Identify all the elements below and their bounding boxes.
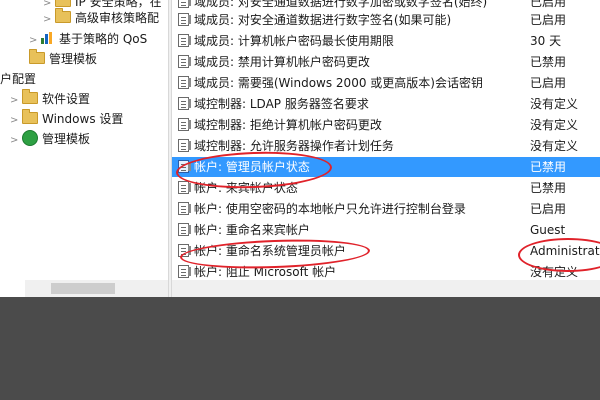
- folder-icon: [29, 49, 45, 64]
- table-row[interactable]: 域成员: 计算机帐户密码最长使用期限 30 天: [172, 31, 600, 51]
- chevron-right-icon[interactable]: >: [29, 31, 41, 51]
- table-row[interactable]: 域控制器: 允许服务器操作者计划任务 没有定义: [172, 136, 600, 156]
- chevron-right-icon[interactable]: >: [10, 111, 22, 131]
- policy-setting: 已禁用: [530, 181, 567, 195]
- policy-name: 域成员: 计算机帐户密码最长使用期限: [194, 34, 394, 48]
- policy-icon: [178, 265, 191, 278]
- tree-item-label: 管理模板: [42, 132, 91, 146]
- table-row[interactable]: 帐户: 使用空密码的本地帐户只允许进行控制台登录 已启用: [172, 199, 600, 219]
- policy-icon: [178, 181, 191, 194]
- policy-name: 帐户: 重命名系统管理员帐户: [194, 244, 346, 258]
- policy-name: 帐户: 使用空密码的本地帐户只允许进行控制台登录: [194, 202, 466, 216]
- table-row[interactable]: 帐户: 重命名来宾帐户 Guest: [172, 220, 600, 240]
- policy-setting: 没有定义: [530, 118, 579, 132]
- policy-icon: [178, 118, 191, 131]
- policy-name: 帐户: 来宾帐户状态: [194, 181, 298, 195]
- policy-icon: [178, 97, 191, 110]
- table-row[interactable]: 域成员: 需要强(Windows 2000 或更高版本)会话密钥 已启用: [172, 73, 600, 93]
- list-horizontal-scrollbar[interactable]: [172, 280, 600, 297]
- policy-icon: [178, 0, 191, 8]
- tree-item-label: 管理模板: [49, 52, 98, 66]
- policy-name: 域成员: 对安全通道数据进行数字签名(如果可能): [194, 13, 452, 27]
- policy-icon: [178, 244, 191, 257]
- policy-setting: 已禁用: [530, 55, 567, 69]
- policy-icon: [178, 13, 191, 26]
- table-row[interactable]: 帐户: 重命名系统管理员帐户 Administrator: [172, 241, 600, 261]
- policy-icon: [178, 223, 191, 236]
- folder-icon: [22, 109, 38, 124]
- folder-icon: [22, 89, 38, 104]
- table-row[interactable]: 域成员: 对安全通道数据进行数字签名(如果可能) 已启用: [172, 10, 600, 30]
- table-row[interactable]: 帐户: 来宾帐户状态 已禁用: [172, 178, 600, 198]
- folder-icon: [55, 0, 71, 7]
- policy-icon: [178, 34, 191, 47]
- policy-setting: 已禁用: [530, 160, 567, 174]
- policy-name: 域控制器: 允许服务器操作者计划任务: [194, 139, 394, 153]
- table-row[interactable]: 域控制器: LDAP 服务器签名要求 没有定义: [172, 94, 600, 114]
- tree-item-qos[interactable]: > 基于策略的 QoS: [29, 29, 147, 49]
- policy-setting: 没有定义: [530, 139, 579, 153]
- policy-setting: 没有定义: [530, 97, 579, 111]
- chevron-right-icon[interactable]: >: [10, 91, 22, 111]
- tree-item-admin-templates[interactable]: >管理模板: [25, 49, 97, 69]
- policy-icon: [178, 139, 191, 152]
- tree-item-advanced-audit[interactable]: > 高级审核策略配: [43, 8, 159, 28]
- folder-icon: [55, 8, 71, 23]
- policy-list-pane[interactable]: 域成员: 对安全通道数据进行数字加密或数字签名(始终) 已启用 域成员: 对安全…: [172, 0, 600, 297]
- tree-item-label: 基于策略的 QoS: [59, 32, 148, 46]
- policy-name: 帐户: 重命名来宾帐户: [194, 223, 310, 237]
- tree-item-windows-settings[interactable]: > Windows 设置: [10, 109, 123, 129]
- policy-name: 帐户: 阻止 Microsoft 帐户: [194, 265, 337, 279]
- policy-setting: 30 天: [530, 34, 562, 48]
- table-row-selected[interactable]: 帐户: 管理员帐户状态 已禁用: [172, 157, 600, 177]
- policy-icon: [178, 76, 191, 89]
- policy-name: 域控制器: LDAP 服务器签名要求: [194, 97, 369, 111]
- table-row[interactable]: 域控制器: 拒绝计算机帐户密码更改 没有定义: [172, 115, 600, 135]
- policy-name: 域成员: 禁用计算机帐户密码更改: [194, 55, 370, 69]
- policy-icon: [178, 202, 191, 215]
- tree-item-label: Windows 设置: [42, 112, 124, 126]
- tree-scrollbar-thumb[interactable]: [51, 283, 115, 294]
- policy-setting: 已启用: [530, 76, 567, 90]
- tree-item-software-settings[interactable]: > 软件设置: [10, 89, 90, 109]
- chevron-right-icon[interactable]: >: [10, 131, 22, 151]
- policy-name: 帐户: 管理员帐户状态: [194, 160, 310, 174]
- tree-item-label: 户配置: [0, 72, 37, 86]
- policy-name: 域控制器: 拒绝计算机帐户密码更改: [194, 118, 382, 132]
- tree-item-label: 软件设置: [42, 92, 91, 106]
- policy-setting: 已启用: [530, 13, 567, 27]
- policy-setting: 没有定义: [530, 265, 579, 279]
- chevron-right-icon[interactable]: >: [43, 10, 55, 30]
- table-row[interactable]: 域成员: 禁用计算机帐户密码更改 已禁用: [172, 52, 600, 72]
- tree-item-admin-templates-user[interactable]: > 管理模板: [10, 129, 90, 149]
- policy-editor-window: >IP 安全策略，在 >高级审核策略配 >基于策略的 QoS >管理模板 户配置…: [0, 0, 600, 297]
- policy-setting: 已启用: [530, 202, 567, 216]
- tree-horizontal-scrollbar[interactable]: [25, 280, 168, 297]
- bar-chart-icon: [41, 32, 55, 44]
- tree-item-user-config[interactable]: 户配置: [0, 69, 36, 89]
- policy-template-icon: [22, 130, 38, 146]
- policy-setting: Administrator: [530, 244, 600, 258]
- policy-icon: [178, 160, 191, 173]
- policy-setting: Guest: [530, 223, 566, 237]
- policy-icon: [178, 55, 191, 68]
- table-row[interactable]: 帐户: 阻止 Microsoft 帐户 没有定义: [172, 262, 600, 282]
- policy-name: 域成员: 需要强(Windows 2000 或更高版本)会话密钥: [194, 76, 483, 90]
- tree-item-label: 高级审核策略配: [75, 11, 160, 25]
